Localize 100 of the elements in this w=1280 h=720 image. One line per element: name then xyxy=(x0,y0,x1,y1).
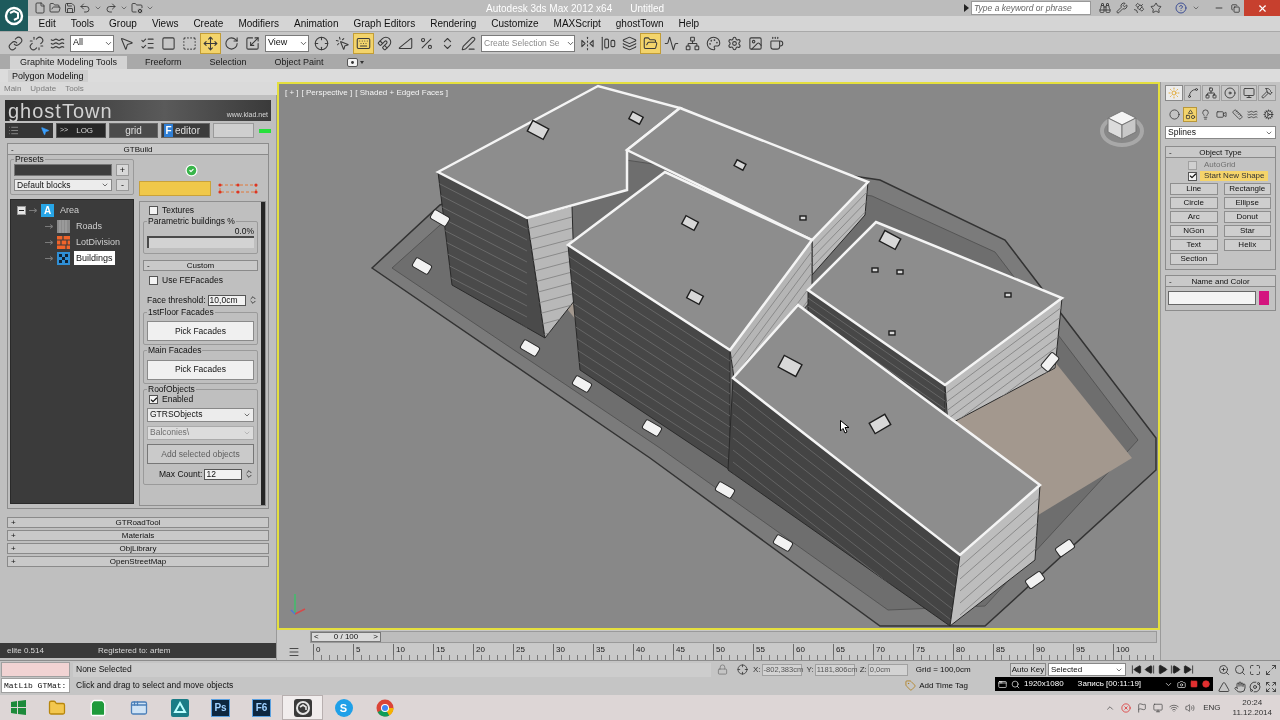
create-tab[interactable] xyxy=(1165,85,1183,101)
crosshair-icon[interactable] xyxy=(737,664,748,675)
object-name-field[interactable] xyxy=(1168,291,1256,305)
binoculars-icon[interactable] xyxy=(1099,2,1111,14)
close-button[interactable] xyxy=(1244,0,1280,16)
error-icon[interactable] xyxy=(1121,702,1132,713)
category-dropdown[interactable]: Splines xyxy=(1165,126,1276,139)
monitor-icon[interactable] xyxy=(1153,702,1164,713)
utilities-tab[interactable] xyxy=(1258,85,1277,101)
orbit-icon[interactable] xyxy=(1249,681,1261,693)
undo-icon[interactable] xyxy=(79,2,91,14)
open-folder-icon[interactable] xyxy=(49,2,61,14)
zoom-icon[interactable] xyxy=(1218,664,1230,676)
remove-preset-button[interactable]: - xyxy=(116,179,129,191)
window-icon[interactable] xyxy=(998,679,1007,689)
rollout-header[interactable]: - GTBuild xyxy=(8,144,268,155)
menu-item[interactable]: Customize xyxy=(483,16,547,31)
menu-item[interactable]: MAXScript xyxy=(546,16,609,31)
color-swatch-icon[interactable] xyxy=(1259,291,1269,305)
rollout-header[interactable]: - Custom xyxy=(143,260,258,271)
menu-item[interactable]: Modifiers xyxy=(230,16,287,31)
rollout-header[interactable]: + GTRoadTool xyxy=(7,517,269,528)
ribbon-tab[interactable]: Freeform xyxy=(134,56,192,69)
step-back-icon[interactable] xyxy=(1144,664,1155,675)
camera-icon[interactable] xyxy=(1177,679,1186,689)
object-type-button[interactable]: Arc xyxy=(1170,211,1218,223)
magnifier-icon[interactable] xyxy=(1233,664,1246,676)
checkbox[interactable] xyxy=(1188,171,1197,181)
add-time-tag-label[interactable]: Add Time Tag xyxy=(919,679,968,692)
object-type-button[interactable]: Ellipse xyxy=(1223,197,1271,209)
object-type-button[interactable]: Line xyxy=(1170,183,1218,195)
checkbox[interactable] xyxy=(149,276,158,285)
ribbon-panel-tab[interactable]: Polygon Modeling xyxy=(8,70,88,82)
project-folder-icon[interactable] xyxy=(131,2,143,14)
previous-frame-button[interactable]: < xyxy=(314,633,319,641)
hand-icon[interactable] xyxy=(1233,681,1246,693)
step-forward-icon[interactable] xyxy=(1170,664,1181,675)
checkbox[interactable] xyxy=(149,395,158,404)
menu-item[interactable]: Tools xyxy=(63,16,102,31)
motion-tab[interactable] xyxy=(1221,85,1239,101)
taskbar-button[interactable] xyxy=(282,695,323,720)
object-type-button[interactable]: NGon xyxy=(1170,225,1218,237)
menu-item[interactable]: Views xyxy=(144,16,186,31)
geometry-button[interactable] xyxy=(1167,107,1182,122)
triangle-icon[interactable] xyxy=(1218,681,1230,693)
time-slider-track[interactable]: < 0 / 100 > xyxy=(310,631,1157,643)
skip-forward-icon[interactable] xyxy=(1183,664,1194,675)
viewport-label[interactable]: [ Perspective ] xyxy=(301,87,353,99)
search-icon[interactable] xyxy=(1011,679,1020,689)
ribbon-tab[interactable]: Selection xyxy=(199,56,257,69)
flag-icon[interactable] xyxy=(1137,702,1148,713)
object-type-button[interactable]: Star xyxy=(1223,225,1271,237)
tree-item[interactable]: Buildings xyxy=(74,251,115,265)
rollout-header[interactable]: + ObjLibrary xyxy=(7,543,269,554)
pick-facades-button[interactable]: Pick Facades xyxy=(147,359,254,380)
menu-item[interactable]: Create xyxy=(185,16,231,31)
menu-item[interactable]: Edit xyxy=(31,16,64,31)
satellite-icon[interactable] xyxy=(1133,2,1145,14)
toolbar-dropdown[interactable]: View xyxy=(265,34,309,52)
object-type-button[interactable]: Section xyxy=(1170,253,1218,265)
roof-set-dropdown[interactable]: GTRSObjects xyxy=(147,407,254,422)
add-preset-button[interactable]: + xyxy=(116,164,129,176)
display-tab[interactable] xyxy=(1239,85,1258,101)
menu-item[interactable]: Rendering xyxy=(422,16,484,31)
corners-icon[interactable] xyxy=(1249,664,1261,676)
taskbar-button[interactable]: Ps xyxy=(200,695,241,720)
listener-output-field[interactable] xyxy=(1,662,70,677)
network-icon[interactable] xyxy=(1169,702,1180,713)
new-file-icon[interactable] xyxy=(34,2,46,14)
rollout-header[interactable]: + OpenStreetMap xyxy=(7,556,269,567)
speaker-icon[interactable] xyxy=(1185,702,1196,713)
spinner-arrows-icon[interactable] xyxy=(248,295,258,306)
object-type-button[interactable]: Text xyxy=(1170,239,1218,251)
checkbox[interactable] xyxy=(149,206,158,215)
rollout-header[interactable]: - Object Type xyxy=(1166,147,1275,158)
expand-arrow-icon[interactable] xyxy=(964,4,969,12)
perspective-viewport[interactable]: [ + ] [ Perspective ] [ Shaded + Edged Faces ] xyxy=(277,82,1160,630)
object-type-button[interactable]: Donut xyxy=(1223,211,1271,223)
expand-icon[interactable] xyxy=(1264,681,1277,693)
auto-key-button[interactable]: Auto Key xyxy=(1010,663,1046,676)
panel-options-icon[interactable] xyxy=(347,58,366,67)
save-icon[interactable] xyxy=(64,2,76,14)
spinner-arrows-icon[interactable] xyxy=(244,469,254,480)
help-icon[interactable] xyxy=(1175,2,1187,14)
pointer-tool-button[interactable] xyxy=(5,123,53,138)
star-icon[interactable] xyxy=(1150,2,1162,14)
keyboard-shortcut-override-button[interactable] xyxy=(353,32,374,54)
toolbar-field[interactable] xyxy=(213,123,254,138)
helpers-button[interactable] xyxy=(1229,107,1245,122)
editor-button[interactable]: F editor xyxy=(161,123,210,138)
menu-item[interactable]: Animation xyxy=(286,16,346,31)
tree-item[interactable]: Area xyxy=(58,203,81,217)
hierarchy-tab[interactable] xyxy=(1202,85,1220,101)
wrench-icon[interactable] xyxy=(1116,2,1128,14)
rollout-header[interactable]: - Name and Color xyxy=(1166,276,1275,287)
lines-icon[interactable] xyxy=(287,646,300,658)
object-type-button[interactable]: Helix xyxy=(1223,239,1271,251)
menu-item[interactable]: Help xyxy=(671,16,707,31)
rollout-header[interactable]: + Materials xyxy=(7,530,269,541)
time-slider-thumb[interactable]: < 0 / 100 > xyxy=(311,632,381,642)
